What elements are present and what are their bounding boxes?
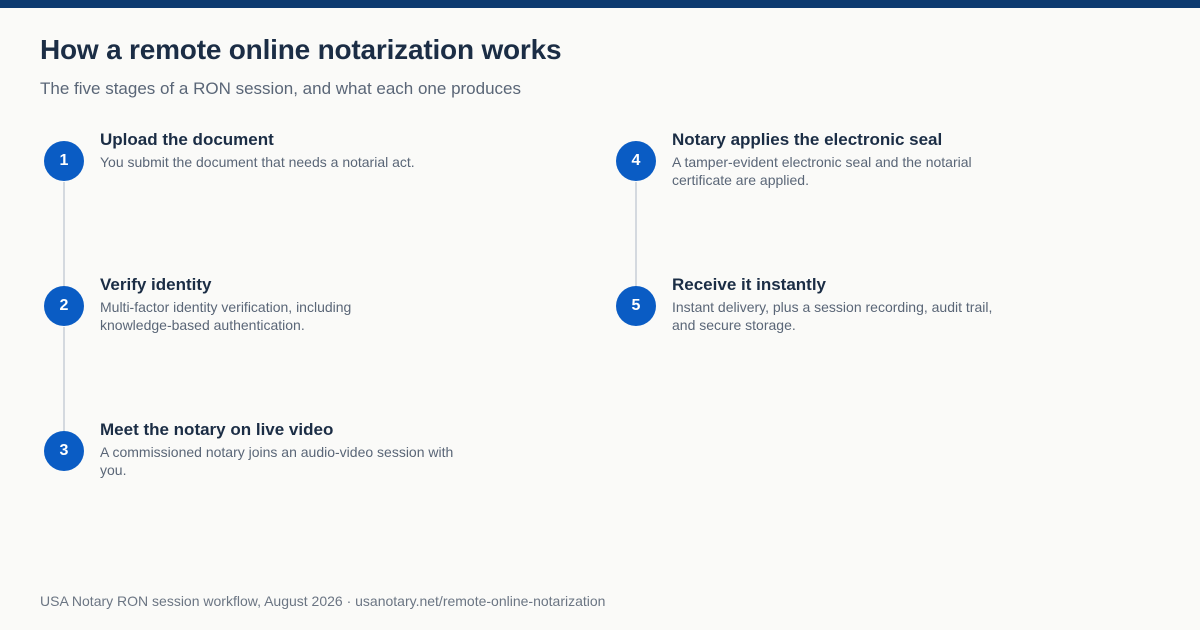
- step-number-badge: 4: [616, 141, 656, 181]
- step-description: A tamper-evident electronic seal and the…: [672, 154, 972, 188]
- page-title: How a remote online notarization works: [40, 34, 562, 65]
- page-subtitle: The five stages of a RON session, and wh…: [40, 79, 521, 98]
- step-title: Notary applies the electronic seal: [672, 130, 943, 149]
- connector-4-5: [635, 182, 637, 286]
- step-number-badge: 3: [44, 431, 84, 471]
- top-accent-bar: [0, 0, 1200, 8]
- step-number-badge: 2: [44, 286, 84, 326]
- step-description: You submit the document that needs a not…: [100, 154, 415, 170]
- step-title: Upload the document: [100, 130, 274, 149]
- connector-2-3: [63, 327, 65, 431]
- step-description: Instant delivery, plus a session recordi…: [672, 299, 993, 333]
- source-footer: USA Notary RON session workflow, August …: [40, 593, 606, 609]
- step-title: Receive it instantly: [672, 275, 827, 294]
- step-description: Multi-factor identity verification, incl…: [100, 299, 352, 333]
- connector-1-2: [63, 182, 65, 286]
- step-title: Meet the notary on live video: [100, 420, 334, 439]
- step-description: A commissioned notary joins an audio-vid…: [100, 444, 454, 478]
- step-title: Verify identity: [100, 275, 212, 294]
- step-number-badge: 5: [616, 286, 656, 326]
- step-number-badge: 1: [44, 141, 84, 181]
